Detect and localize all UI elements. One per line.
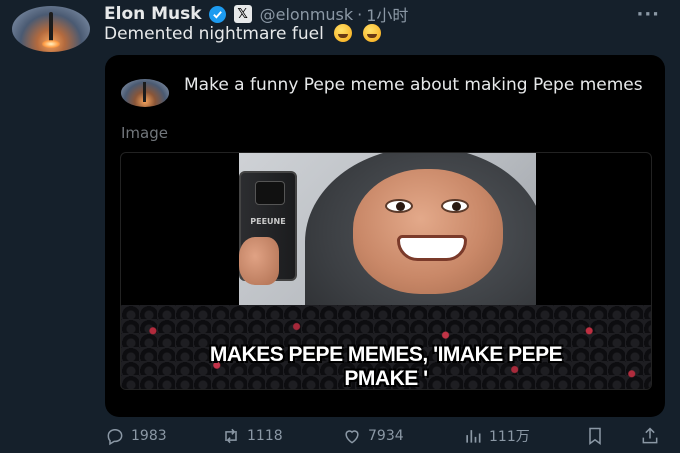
reply-count: 1983: [131, 428, 167, 444]
tweet-text-content: Demented nightmare fuel: [104, 24, 324, 44]
quoted-post-card[interactable]: Make a funny Pepe meme about making Pepe…: [105, 55, 665, 417]
like-button[interactable]: 7934: [342, 426, 404, 446]
handle-separator: ·: [357, 4, 363, 24]
retweet-icon: [225, 428, 237, 444]
meme-caption: MAKES PEPE MEMES, 'IMAKE PEPE PMAKE ': [121, 343, 651, 390]
more-dots-icon[interactable]: ···: [636, 4, 660, 25]
prompt-text: Make a funny Pepe meme about making Pepe…: [184, 75, 643, 95]
share-button[interactable]: [640, 426, 660, 446]
reply-button[interactable]: 1983: [105, 426, 167, 446]
tweet-timestamp[interactable]: 1小时: [366, 2, 408, 26]
quoted-avatar: [121, 79, 169, 107]
tweet-header: Elon Musk 𝕏 @elonmusk · 1小时: [104, 2, 408, 26]
like-count: 7934: [368, 428, 404, 444]
image-label: Image: [121, 124, 168, 142]
meme-photo: PEEUNE: [239, 153, 536, 305]
author-avatar[interactable]: [12, 6, 90, 52]
left-eye: [385, 199, 413, 213]
meme-caption-line-1: MAKES PEPE MEMES, 'IMAKE PEPE: [209, 343, 563, 366]
tweet-text: Demented nightmare fuel: [104, 24, 381, 44]
reply-icon: [107, 428, 123, 446]
right-eye: [441, 199, 469, 213]
bookmark-button[interactable]: [585, 426, 605, 446]
author-name[interactable]: Elon Musk: [104, 4, 202, 24]
bookmark-icon: [589, 427, 601, 445]
views-count: 111万: [489, 429, 530, 445]
retweet-button[interactable]: 1118: [221, 426, 283, 446]
phone-brand-text: PEEUNE: [250, 217, 286, 226]
heart-icon: [345, 430, 359, 444]
action-bar: 1983 1118 7934 111万: [105, 424, 665, 448]
meme-caption-line-2: PMAKE ': [344, 367, 428, 390]
retweet-count: 1118: [247, 428, 283, 444]
rocket-flame: [42, 40, 60, 48]
rocket-image: [143, 82, 146, 102]
rofl-emoji-icon: [334, 24, 353, 42]
grinning-face: [353, 169, 503, 294]
author-handle[interactable]: @elonmusk: [260, 5, 354, 24]
analytics-icon: [466, 430, 481, 443]
hand-image: [239, 237, 279, 285]
rocket-image: [49, 12, 53, 42]
views-button[interactable]: 111万: [463, 426, 530, 446]
verified-badge-icon: [208, 5, 226, 23]
phone-camera: [255, 181, 285, 205]
x-affiliation-icon[interactable]: 𝕏: [233, 5, 252, 23]
share-icon: [642, 427, 658, 444]
grin-mouth: [397, 235, 467, 261]
rofl-emoji-icon: [362, 24, 381, 42]
meme-image[interactable]: PEEUNE MAKES PEPE MEMES, 'IMAKE PEPE PMA…: [120, 152, 652, 390]
